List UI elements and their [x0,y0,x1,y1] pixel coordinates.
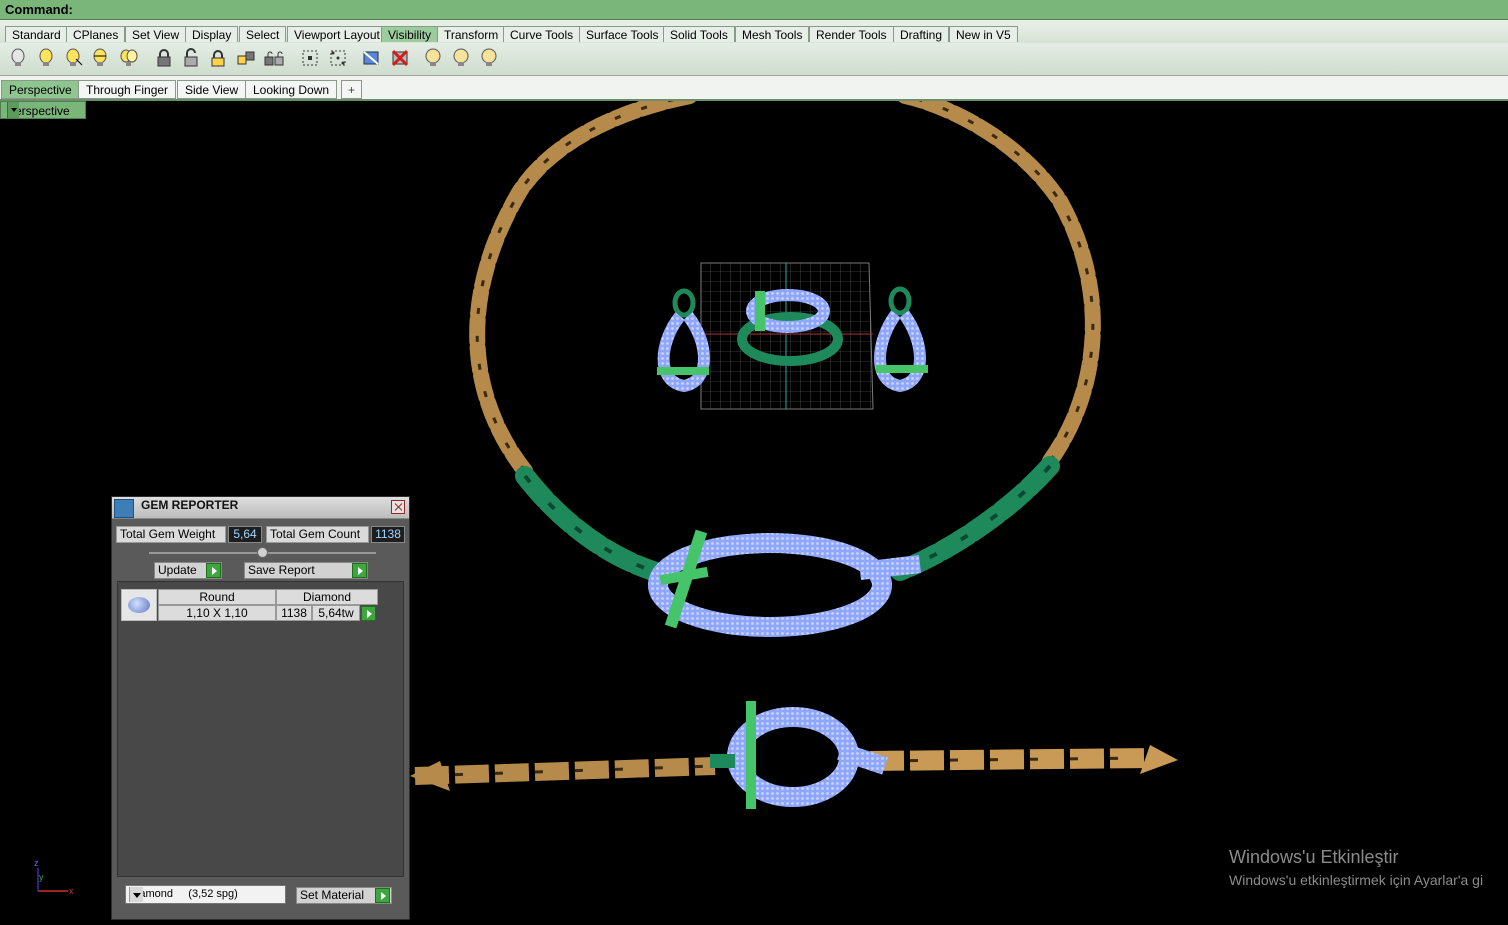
viewport-tab-through-finger[interactable]: Through Finger [78,80,177,99]
necklace-pave-link [648,529,922,637]
gem-list [117,581,404,877]
chevron-down-icon[interactable] [129,887,143,902]
gem-reporter-panel: GEM REPORTER Total Gem Weight 5,64 Total… [111,496,410,920]
tab-standard[interactable]: Standard [5,26,68,42]
gem-size-cell: 1,10 X 1,10 [158,605,276,621]
bulb-on-icon[interactable] [35,47,57,69]
tab-curve-tools[interactable]: Curve Tools [503,26,581,42]
tab-select[interactable]: Select [239,26,287,42]
tab-transform[interactable]: Transform [437,26,506,42]
viewport-tab-side-view[interactable]: Side View [177,80,247,99]
tab-mesh-tools[interactable]: Mesh Tools [735,26,810,42]
tab-solid-tools[interactable]: Solid Tools [663,26,735,42]
tab-visibility[interactable]: Visibility [381,26,439,42]
axis-z-label: z [34,858,39,868]
axis-x-label: x [69,886,73,896]
gem-reporter-titlebar[interactable]: GEM REPORTER [112,497,409,519]
gem-count-cell: 1138 [276,605,312,621]
chevron-down-icon[interactable] [7,102,19,118]
bulb-swap-icon[interactable] [89,47,111,69]
viewport-tab-perspective[interactable]: Perspective [1,80,80,99]
tab-display[interactable]: Display [185,26,239,42]
tab-drafting[interactable]: Drafting [893,26,950,42]
save-report-go-icon[interactable] [352,563,367,578]
gem-row-go-icon[interactable] [361,606,376,621]
axis-y-label: y [39,872,44,882]
tab-viewport-layout[interactable]: Viewport Layout [287,26,387,42]
command-label: Command: [5,2,73,17]
material-select[interactable]: Diamond (3,52 spg) [125,885,286,904]
lock-select-icon[interactable] [207,47,229,69]
save-report-button[interactable]: Save Report [244,562,368,579]
tab-surface-tools[interactable]: Surface Tools [579,26,666,42]
viewport-tab-strip: Perspective Through Finger Side View Loo… [0,76,1508,101]
hide-points-icon[interactable] [299,47,321,69]
world-axes-icon: x z y [34,858,73,896]
bulb-select-icon[interactable] [62,47,84,69]
bulb-multi-icon[interactable] [117,47,139,69]
add-viewport-tab-button[interactable]: + [341,80,363,99]
earring-right [874,286,928,393]
bulb-light-2-icon[interactable] [450,47,472,69]
command-bar[interactable]: Command: [0,0,1508,20]
close-icon[interactable] [391,500,405,514]
total-gem-count-label: Total Gem Count [266,526,369,543]
delete-hidden-icon[interactable] [389,47,411,69]
toolbar-tab-strip: Standard CPlanes Set View Display Select… [0,20,1508,43]
bulb-light-1-icon[interactable] [422,47,444,69]
lock-icon[interactable] [153,47,175,69]
gem-weight-cell: 5,64tw [312,605,360,621]
total-gem-weight-value: 5,64 [228,526,262,543]
round-gem-thumbnail-icon[interactable] [121,589,157,621]
viewport-title-menu[interactable]: Perspective [0,101,86,119]
tab-cplanes[interactable]: CPlanes [66,26,126,42]
material-select-value: Diamond (3,52 spg) [129,888,238,900]
unlock-icon[interactable] [180,47,202,69]
lock-multi-icon[interactable] [263,47,285,69]
activation-watermark-title: Windows'u Etkinleştir [1229,847,1399,867]
gem-reporter-logo-icon [114,499,134,518]
bracelet-model [410,701,1178,809]
set-material-go-icon[interactable] [375,888,390,903]
show-points-icon[interactable] [327,47,349,69]
tab-new-in-v5[interactable]: New in V5 [949,26,1018,42]
bulb-light-3-icon[interactable] [478,47,500,69]
construction-grid [700,262,874,410]
total-gem-count-value: 1138 [371,526,405,543]
update-go-icon[interactable] [206,563,221,578]
total-gem-weight-label: Total Gem Weight [116,526,226,543]
icon-toolbar [0,43,1508,76]
bulb-off-icon[interactable] [7,47,29,69]
tab-set-view[interactable]: Set View [125,26,187,42]
activation-watermark-text: Windows'u etkinleştirmek için Ayarlar'a … [1229,872,1484,888]
necklace-green-chain [515,456,1060,586]
panel-slider-knob[interactable] [257,547,268,558]
gem-shape-header: Round [158,589,276,605]
disable-object-icon[interactable] [360,47,382,69]
lock-swap-icon[interactable] [235,47,257,69]
gem-reporter-title: GEM REPORTER [141,498,239,512]
tab-render-tools[interactable]: Render Tools [809,26,894,42]
gem-material-header: Diamond [276,589,378,605]
viewport-tab-looking-down[interactable]: Looking Down [245,80,338,99]
